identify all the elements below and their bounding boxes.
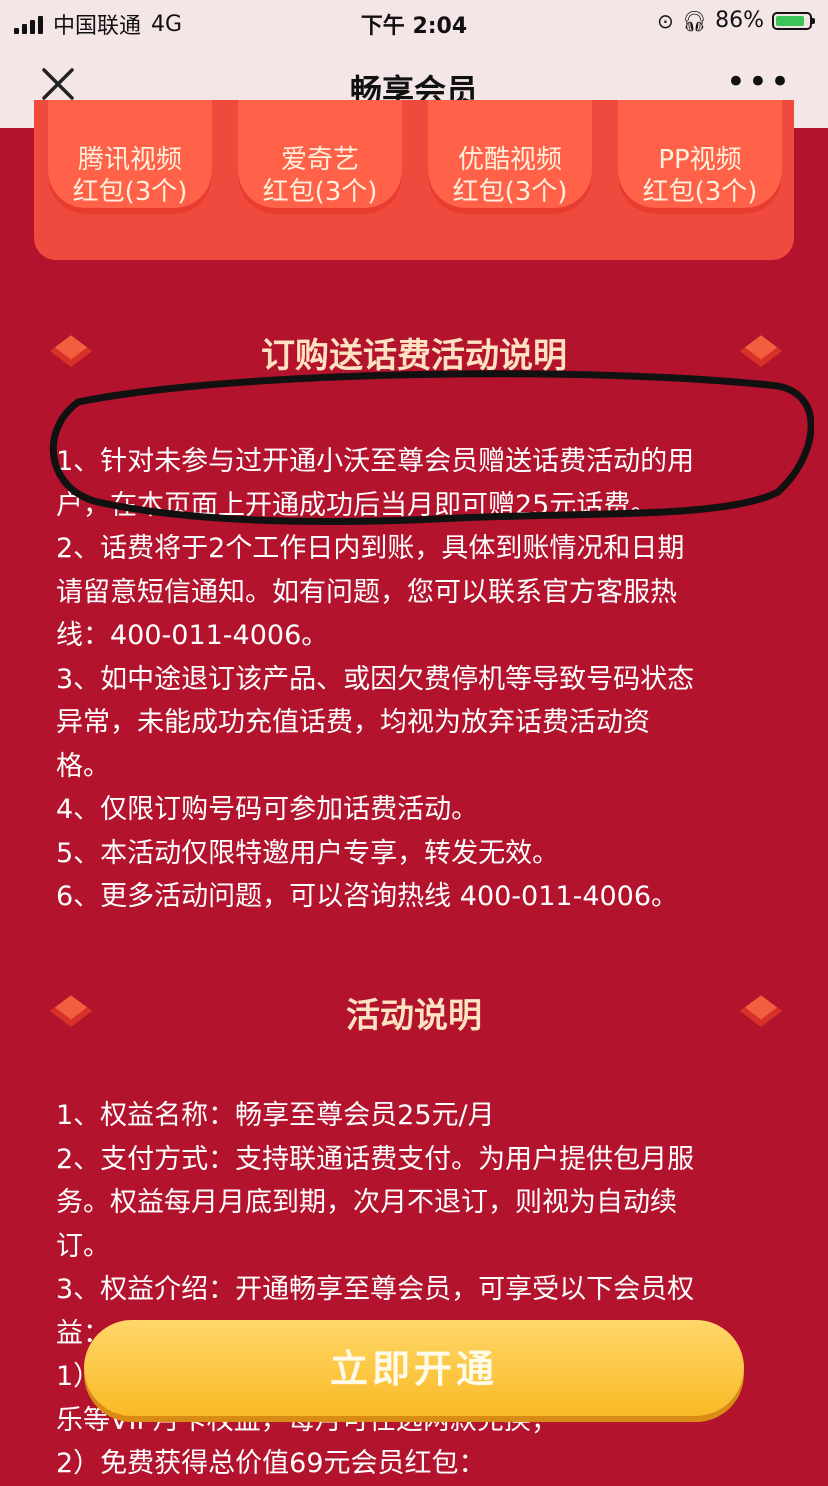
rule-line: 3、如中途退订该产品、或因欠费停机等导致号码状态: [56, 663, 695, 695]
rule-line: 格。: [56, 750, 110, 782]
rule-line: 5、本活动仅限特邀用户专享，转发无效。: [56, 837, 560, 869]
coupon-name: 腾讯视频: [77, 145, 182, 175]
rule-line: 户，在本页面上开通成功后当月即可赠25元话费。: [56, 489, 658, 521]
rule-line: 6、更多活动问题，可以咨询热线 400-011-4006。: [56, 881, 679, 912]
rule-line: 请留意短信通知。如有问题，您可以联系官方客服热: [56, 576, 677, 608]
status-right: ⊙ 🎧︎ 86%: [656, 8, 815, 33]
coupon-pptv[interactable]: PP视频 红包(3个): [618, 100, 782, 214]
section-activity-title: 活动说明: [346, 996, 482, 1036]
subscribe-rules: 1、针对未参与过开通小沃至尊会员赠送话费活动的用 户，在本页面上开通成功后当月即…: [56, 440, 776, 919]
rule-line: 异常，未能成功充值话费，均视为放弃话费活动资: [56, 707, 650, 738]
open-now-button[interactable]: 立即开通: [84, 1320, 744, 1416]
rule-line: 2）免费获得总价值69元会员红包：: [56, 1448, 486, 1479]
rule-line: 4、仅限订购号码可参加话费活动。: [56, 794, 479, 825]
rule-line: 线：400-011-4006。: [56, 620, 329, 651]
activity-rules: 1、权益名称：畅享至尊会员25元/月 2、支付方式：支持联通话费支付。为用户提供…: [56, 1094, 776, 1486]
coupon-desc: 红包(3个): [452, 177, 568, 207]
coupon-panel: 腾讯视频 红包(3个) 爱奇艺 红包(3个) 优酷视频 红包(3个) PP视频 …: [34, 100, 794, 260]
rotation-lock-icon: ⊙: [656, 8, 674, 33]
coupon-name: PP视频: [658, 145, 742, 175]
rule-line: 务。权益每月月底到期，次月不退订，则视为自动续: [56, 1187, 677, 1218]
rule-line: 订。: [56, 1230, 110, 1262]
coupon-desc: 红包(3个): [262, 177, 378, 207]
coupon-youku[interactable]: 优酷视频 红包(3个): [428, 100, 592, 214]
coupon-tencent[interactable]: 腾讯视频 红包(3个): [48, 100, 212, 214]
coupon-iqiyi[interactable]: 爱奇艺 红包(3个): [238, 100, 402, 214]
rule-line: 2、话费将于2个工作日内到账，具体到账情况和日期: [56, 533, 685, 564]
coupon-name: 优酷视频: [457, 145, 562, 175]
status-bar: 中国联通 4G 下午 2:04 ⊙ 🎧︎ 86%: [0, 0, 828, 44]
section-subscribe-title: 订购送话费活动说明: [261, 336, 567, 376]
rule-line: 2、支付方式：支持联通话费支付。为用户提供包月服: [56, 1143, 695, 1175]
rule-line: 3、权益介绍：开通畅享至尊会员，可享受以下会员权: [56, 1274, 695, 1305]
headphones-icon: 🎧︎: [681, 8, 708, 33]
battery-icon: [772, 11, 815, 30]
coupon-name: 爱奇艺: [280, 145, 359, 175]
rule-line: 1、权益名称：畅享至尊会员25元/月: [56, 1100, 495, 1131]
coupon-desc: 红包(3个): [642, 177, 758, 207]
more-icon[interactable]: •••: [726, 65, 792, 99]
battery-percent: 86%: [715, 8, 764, 33]
rule-line: 1、针对未参与过开通小沃至尊会员赠送话费活动的用: [56, 446, 695, 477]
battery-fill: [776, 15, 804, 26]
coupon-desc: 红包(3个): [72, 177, 188, 207]
